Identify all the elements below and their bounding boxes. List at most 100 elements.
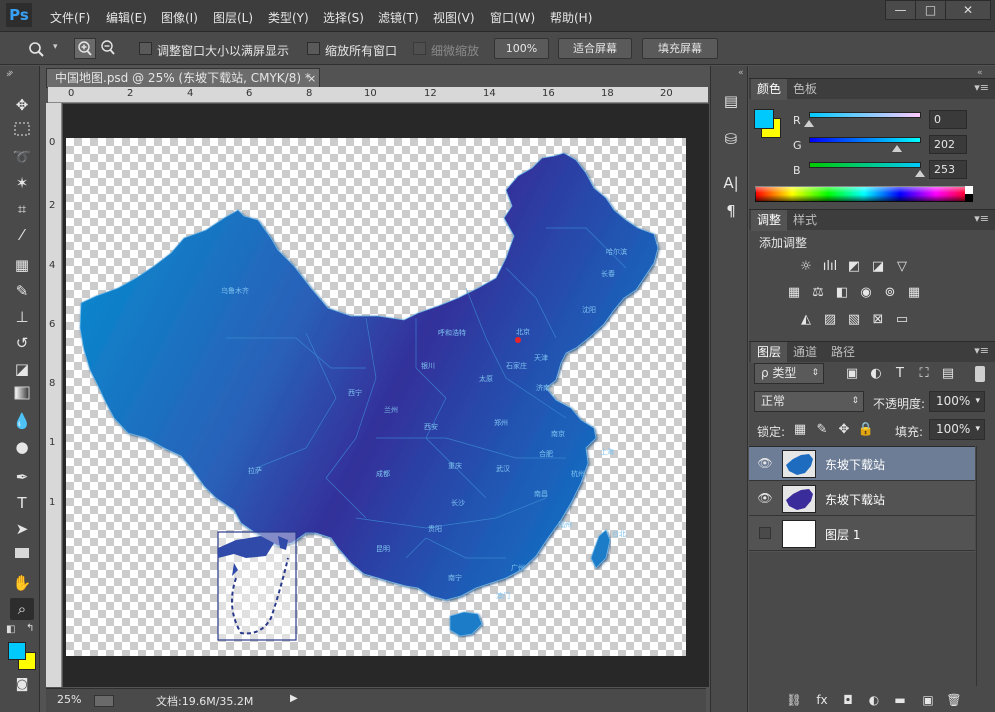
close-button[interactable]: ✕ [945, 0, 991, 20]
document-tab[interactable]: 中国地图.psd @ 25% (东坡下载站, CMYK/8) * × [46, 68, 320, 88]
panel-menu-icon[interactable]: ▾≡ [974, 344, 989, 357]
brightness-contrast-icon[interactable]: ☼ [797, 259, 815, 275]
green-slider-thumb[interactable] [892, 145, 902, 152]
visibility-toggle-empty[interactable] [759, 527, 771, 539]
layer-style-icon[interactable]: fx [813, 692, 831, 708]
healing-brush-tool-icon[interactable]: ▦ [10, 254, 34, 276]
threshold-icon[interactable]: ▧ [845, 312, 863, 328]
resize-window-checkbox[interactable] [139, 42, 152, 55]
layer-row[interactable]: 图层 1 [749, 517, 975, 551]
filter-toggle-switch[interactable] [975, 366, 985, 382]
pen-tool-icon[interactable]: ✒ [10, 466, 34, 488]
dodge-tool-icon[interactable]: ● [10, 436, 34, 458]
collapse-panels-icon[interactable]: « [977, 68, 983, 78]
tab-adjustments[interactable]: 调整 [751, 210, 788, 231]
type-tool-icon[interactable]: T [10, 492, 34, 514]
menu-image[interactable]: 图像(I) [161, 9, 198, 26]
status-menu-arrow-icon[interactable]: ▶ [290, 693, 298, 704]
move-tool-icon[interactable]: ✥ [10, 94, 34, 116]
menu-file[interactable]: 文件(F) [50, 9, 90, 26]
exposure-icon[interactable]: ◪ [869, 259, 887, 275]
filter-adjustment-icon[interactable]: ◐ [867, 366, 885, 382]
zoom-level[interactable]: 25% [57, 693, 81, 706]
new-layer-icon[interactable]: ▣ [919, 692, 937, 708]
rectangle-tool-icon[interactable] [10, 544, 34, 566]
selective-color-icon[interactable]: ⊠ [869, 312, 887, 328]
filter-type-icon[interactable]: T [891, 366, 909, 382]
zoom-all-checkbox[interactable] [307, 42, 320, 55]
lock-transparent-icon[interactable]: ▦ [791, 422, 809, 438]
zoom-out-icon[interactable] [98, 38, 120, 59]
character-panel-icon[interactable]: A| [720, 172, 742, 194]
zoom-in-icon[interactable] [74, 38, 96, 59]
fill-screen-button[interactable]: 填充屏幕 [642, 38, 718, 59]
tool-preset-dropdown-icon[interactable]: ▾ [53, 42, 58, 52]
menu-type[interactable]: 类型(Y) [268, 9, 309, 26]
invert-icon[interactable]: ◭ [797, 312, 815, 328]
layers-scrollbar[interactable] [976, 446, 995, 686]
color-lookup-icon[interactable]: ▦ [905, 285, 923, 301]
hand-tool-icon[interactable]: ✋ [10, 572, 34, 594]
red-value-input[interactable]: 0 [929, 110, 967, 129]
vertical-ruler[interactable]: 0 2 4 6 8 1 1 [46, 103, 62, 687]
menu-help[interactable]: 帮助(H) [550, 9, 592, 26]
filter-shape-icon[interactable]: ⛶ [915, 366, 933, 382]
opacity-input[interactable]: 100% ▾ [929, 391, 985, 412]
collapse-strip-icon[interactable]: « [738, 68, 744, 78]
delete-layer-icon[interactable]: 🗑 [945, 692, 963, 708]
close-document-icon[interactable]: × [307, 70, 316, 88]
menu-edit[interactable]: 编辑(E) [106, 9, 147, 26]
fill-input[interactable]: 100% ▾ [929, 419, 985, 440]
blend-mode-dropdown[interactable]: 正常 ⇕ [754, 391, 864, 412]
menu-view[interactable]: 视图(V) [433, 9, 475, 26]
history-panel-icon[interactable]: ▤ [720, 90, 742, 112]
document-canvas[interactable]: 乌鲁木齐 呼和浩特 北京 天津 银川 太原 石家庄 济南 西宁 兰州 西安 郑州… [66, 138, 686, 656]
layer-row[interactable]: 👁 东坡下载站 [749, 447, 975, 481]
history-brush-tool-icon[interactable]: ↺ [10, 332, 34, 354]
blue-slider[interactable]: B 253 [789, 160, 989, 182]
status-preview-icon[interactable] [94, 695, 114, 707]
hue-saturation-icon[interactable]: ▦ [785, 285, 803, 301]
layer-filter-dropdown[interactable]: ρ 类型 ⇕ [754, 363, 824, 384]
black-white-icon[interactable]: ◧ [833, 285, 851, 301]
layer-name[interactable]: 东坡下载站 [825, 491, 885, 508]
posterize-icon[interactable]: ▨ [821, 312, 839, 328]
default-colors-icon[interactable]: ◧ [6, 624, 15, 635]
vibrance-icon[interactable]: ▽ [893, 259, 911, 275]
swap-colors-icon[interactable]: ↰ [26, 623, 34, 634]
brush-tool-icon[interactable]: ✎ [10, 280, 34, 302]
gradient-tool-icon[interactable] [10, 384, 34, 406]
new-adjustment-layer-icon[interactable]: ◐ [865, 692, 883, 708]
filter-pixel-icon[interactable]: ▣ [843, 366, 861, 382]
color-balance-icon[interactable]: ⚖ [809, 285, 827, 301]
lasso-tool-icon[interactable]: ➰ [10, 146, 34, 168]
zoom-tool-icon[interactable] [28, 41, 46, 61]
layer-row[interactable]: 👁 东坡下载站 [749, 482, 975, 516]
crop-tool-icon[interactable]: ⌗ [10, 198, 34, 220]
minimize-button[interactable]: — [885, 0, 916, 20]
tab-swatches[interactable]: 色板 [787, 79, 823, 100]
menu-layer[interactable]: 图层(L) [213, 9, 253, 26]
green-value-input[interactable]: 202 [929, 135, 967, 154]
scrubby-zoom-checkbox[interactable] [413, 42, 426, 55]
lock-position-icon[interactable]: ✥ [835, 422, 853, 438]
horizontal-ruler[interactable]: 0 2 4 6 8 10 12 14 16 18 20 [48, 87, 708, 103]
blue-slider-thumb[interactable] [915, 170, 925, 177]
gradient-map-icon[interactable]: ▭ [893, 312, 911, 328]
maximize-button[interactable]: □ [915, 0, 946, 20]
blue-value-input[interactable]: 253 [929, 160, 967, 179]
quick-mask-icon[interactable]: ◙ [10, 674, 34, 696]
paragraph-panel-icon[interactable]: ¶ [720, 200, 742, 222]
channel-mixer-icon[interactable]: ⊚ [881, 285, 899, 301]
magic-wand-tool-icon[interactable]: ✶ [10, 172, 34, 194]
new-group-icon[interactable]: ▬ [891, 692, 909, 708]
foreground-color-swatch[interactable] [754, 109, 774, 129]
tab-color[interactable]: 颜色 [751, 79, 788, 100]
tab-styles[interactable]: 样式 [787, 210, 823, 231]
red-slider-thumb[interactable] [804, 120, 814, 127]
foreground-color-swatch[interactable] [8, 642, 26, 660]
photo-filter-icon[interactable]: ◉ [857, 285, 875, 301]
visibility-eye-icon[interactable]: 👁 [757, 490, 773, 506]
marquee-tool-icon[interactable] [10, 120, 34, 142]
collapse-panel-icon[interactable]: » [8, 68, 14, 78]
